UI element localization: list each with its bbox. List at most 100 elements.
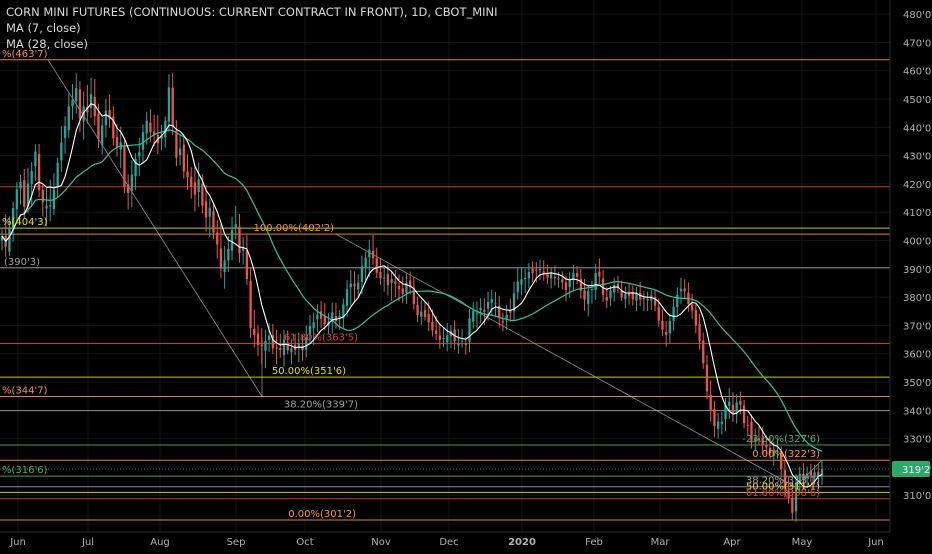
candle-body bbox=[524, 277, 527, 280]
fib-level-label: %(404'3) bbox=[2, 217, 48, 228]
price-axis[interactable]: 480'0 470'0 460'0 450'0 440'0 430'0 420'0 410'0… bbox=[0, 0, 932, 550]
y-tick-label: 310'0 bbox=[903, 491, 931, 502]
x-tick-label: Oct bbox=[296, 537, 313, 548]
candle-body bbox=[138, 152, 141, 157]
candle-body bbox=[665, 331, 668, 335]
candle-body bbox=[742, 405, 746, 424]
candle-body bbox=[731, 404, 735, 414]
candle-body bbox=[63, 126, 67, 138]
candle-body bbox=[527, 271, 531, 279]
candle-body bbox=[486, 301, 490, 309]
candle-body bbox=[238, 226, 241, 253]
candle-body bbox=[323, 316, 326, 325]
candle-body bbox=[212, 210, 215, 233]
candle-body bbox=[34, 151, 37, 167]
y-tick-label: 370'0 bbox=[903, 321, 931, 332]
candle-body bbox=[19, 181, 22, 189]
x-tick-label: Sep bbox=[227, 537, 246, 548]
candle-body bbox=[312, 322, 315, 328]
candle-body bbox=[219, 248, 223, 269]
chart-legend: CORN MINI FUTURES (CONTINUOUS: CURRENT C… bbox=[6, 4, 498, 52]
ma28-legend[interactable]: MA (28, close) bbox=[6, 36, 498, 52]
candle-body bbox=[149, 122, 152, 133]
candle-body bbox=[483, 309, 486, 312]
fib-level-label: (390'3) bbox=[4, 257, 40, 268]
time-axis[interactable]: Jun Jul Aug Sep Oct Nov Dec 2020 Feb Mar Apr May Jun bbox=[0, 531, 932, 550]
candle-body bbox=[535, 269, 538, 271]
candle-body bbox=[694, 310, 697, 326]
candle-body bbox=[127, 184, 130, 193]
candle-body bbox=[260, 344, 263, 347]
candle-body bbox=[89, 94, 93, 108]
x-tick-label: Aug bbox=[150, 537, 170, 548]
candle-body bbox=[178, 148, 182, 156]
candle-body bbox=[75, 88, 78, 102]
x-tick-label: Apr bbox=[723, 537, 741, 548]
candle-body bbox=[401, 288, 404, 295]
candle-body bbox=[646, 299, 649, 301]
ma7-legend[interactable]: MA (7, close) bbox=[6, 20, 498, 36]
candle-body bbox=[216, 232, 219, 245]
symbol-title[interactable]: CORN MINI FUTURES (CONTINUOUS: CURRENT C… bbox=[6, 4, 498, 20]
fib-level-label: 50.00%(351'6) bbox=[272, 366, 346, 377]
candle-body bbox=[115, 137, 119, 148]
candle-body bbox=[227, 249, 230, 261]
candle-body bbox=[383, 277, 386, 279]
candle-body bbox=[368, 249, 371, 258]
chart-canvas[interactable]: %(463'7)%(404'3)100.00%(402'2)(390'3)61.… bbox=[0, 0, 932, 550]
candle-body bbox=[249, 280, 252, 328]
candle-body bbox=[37, 153, 41, 190]
trend-lines bbox=[47, 59, 823, 488]
candle-body bbox=[446, 335, 449, 343]
candle-body bbox=[208, 207, 211, 217]
y-tick-label: 350'0 bbox=[903, 378, 931, 389]
candle-body bbox=[234, 224, 237, 229]
candle-body bbox=[791, 498, 794, 513]
candle-body bbox=[553, 277, 556, 279]
x-tick-label: Mar bbox=[651, 537, 671, 548]
candle-body bbox=[67, 106, 70, 131]
y-tick-label: 430'0 bbox=[903, 152, 931, 163]
candlestick-chart[interactable]: %(463'7) %(404'3) 100.00%(402'2) (390'3) 61.… bbox=[0, 0, 932, 550]
fib-level-label: -23.60%(327'6) bbox=[742, 434, 820, 445]
candle-body bbox=[145, 120, 148, 134]
candle-body bbox=[275, 347, 278, 349]
fib-level-label: 100.00%(402'2) bbox=[254, 223, 335, 234]
trend-line bbox=[335, 233, 796, 488]
candle-body bbox=[167, 87, 171, 122]
y-tick-label: 420'0 bbox=[903, 180, 931, 191]
candle-body bbox=[605, 297, 608, 301]
y-tick-label: 450'0 bbox=[903, 95, 931, 106]
y-tick-label: 440'0 bbox=[903, 123, 931, 134]
candle-body bbox=[290, 348, 293, 353]
candle-body bbox=[190, 176, 193, 187]
y-tick-label: 340'0 bbox=[903, 406, 931, 417]
candle-body bbox=[245, 250, 249, 280]
candle-body bbox=[349, 283, 352, 288]
candle-body bbox=[709, 394, 712, 411]
candle-body bbox=[78, 89, 82, 120]
fib-level-label: 61.80%(363'5) bbox=[284, 332, 358, 343]
y-tick-label: 390'0 bbox=[903, 265, 931, 276]
candle-body bbox=[23, 180, 26, 207]
candle-body bbox=[286, 342, 289, 351]
candle-body bbox=[624, 294, 627, 300]
candle-body bbox=[464, 344, 467, 346]
candle-body bbox=[609, 290, 612, 299]
candle-body bbox=[809, 470, 813, 476]
candle-body bbox=[431, 322, 434, 331]
candle-body bbox=[720, 421, 723, 425]
candle-body bbox=[253, 328, 256, 335]
x-tick-label: Jun bbox=[9, 537, 26, 548]
x-tick-label: Feb bbox=[585, 537, 603, 548]
candle-body bbox=[501, 321, 505, 323]
candle-body bbox=[479, 307, 482, 311]
candle-body bbox=[97, 113, 100, 139]
candle-body bbox=[375, 258, 378, 273]
candle-body bbox=[345, 289, 349, 306]
candle-body bbox=[690, 304, 694, 311]
y-tick-label: 360'0 bbox=[903, 350, 931, 361]
candle-body bbox=[416, 304, 419, 315]
candle-body bbox=[613, 284, 616, 293]
candle-body bbox=[516, 281, 519, 293]
